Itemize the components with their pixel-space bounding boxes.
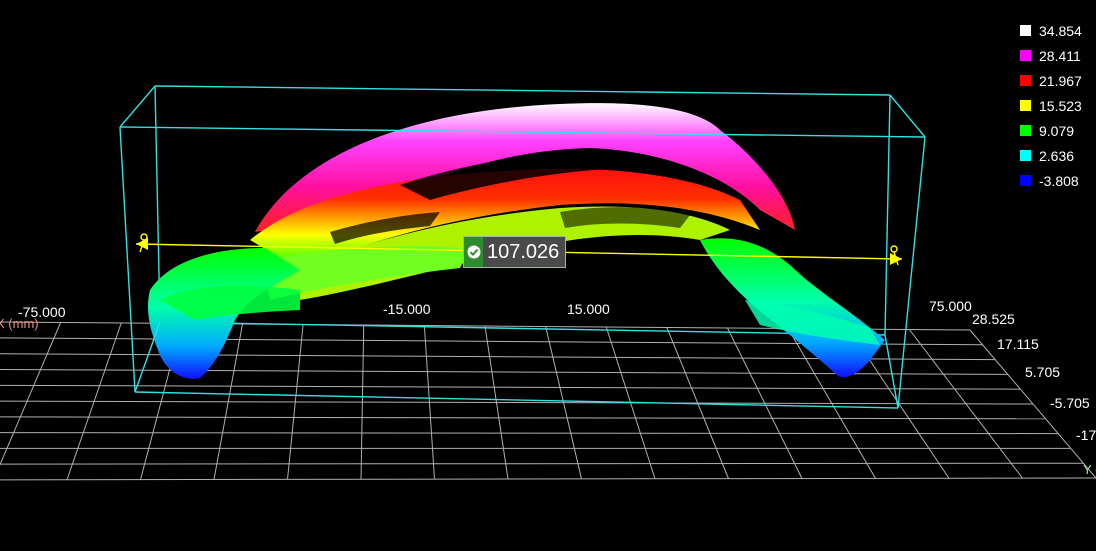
legend-entry: -3.808 xyxy=(1020,168,1096,193)
y-tick-label: 5.705 xyxy=(1025,364,1060,380)
legend-label: 28.411 xyxy=(1039,47,1081,64)
measure-handle-right[interactable] xyxy=(890,245,898,253)
measure-handle-left[interactable] xyxy=(140,233,148,241)
y-tick-label: 17.115 xyxy=(997,336,1039,352)
legend-entry: 21.967 xyxy=(1020,68,1096,93)
legend-label: 2.636 xyxy=(1039,147,1075,164)
legend-entry: 34.854 xyxy=(1020,18,1096,43)
measurement-value: 107.026 xyxy=(483,237,566,267)
grid-line xyxy=(0,477,1096,481)
legend-swatch xyxy=(1020,25,1031,36)
legend-swatch xyxy=(1020,125,1031,136)
x-tick-label: 75.000 xyxy=(929,298,972,314)
legend-label: 15.523 xyxy=(1039,97,1082,114)
legend-swatch xyxy=(1020,50,1031,61)
legend-entry: 15.523 xyxy=(1020,93,1096,118)
3d-viewport[interactable]: -75.000 -15.000 15.000 75.000 X (mm) 28.… xyxy=(0,0,1096,551)
checkmark-icon xyxy=(464,237,483,267)
legend-swatch xyxy=(1020,100,1031,111)
legend-entry: 2.636 xyxy=(1020,143,1096,168)
x-tick-label: 15.000 xyxy=(567,301,610,317)
legend-swatch xyxy=(1020,75,1031,86)
legend-swatch xyxy=(1020,150,1031,161)
legend-swatch xyxy=(1020,175,1031,186)
y-tick-label: -5.705 xyxy=(1050,395,1090,411)
grid-line xyxy=(0,384,1021,390)
legend-label: -3.808 xyxy=(1039,172,1079,189)
legend-entry: 28.411 xyxy=(1020,43,1096,68)
legend-entry: 9.079 xyxy=(1020,118,1096,143)
legend-label: 21.967 xyxy=(1039,72,1082,89)
y-axis-title: Y (mm) xyxy=(1083,462,1096,477)
height-color-legend: 34.854 28.411 21.967 15.523 9.079 2.636 -3.808 xyxy=(1020,18,1096,193)
grid-line xyxy=(0,432,1059,435)
legend-label: 34.854 xyxy=(1039,22,1082,39)
grid-line xyxy=(0,400,1034,405)
y-axis-ticks: 28.525 17.115 5.705 -5.705 -17.115 xyxy=(972,311,1096,443)
x-tick-label: -15.000 xyxy=(383,301,431,317)
grid-line xyxy=(0,462,1084,465)
legend-label: 9.079 xyxy=(1039,122,1075,139)
y-tick-label: -17.115 xyxy=(1076,427,1096,443)
y-tick-label: 28.525 xyxy=(972,311,1015,327)
x-axis-title: X (mm) xyxy=(0,316,39,331)
measurement-badge[interactable]: 107.026 xyxy=(463,236,567,268)
